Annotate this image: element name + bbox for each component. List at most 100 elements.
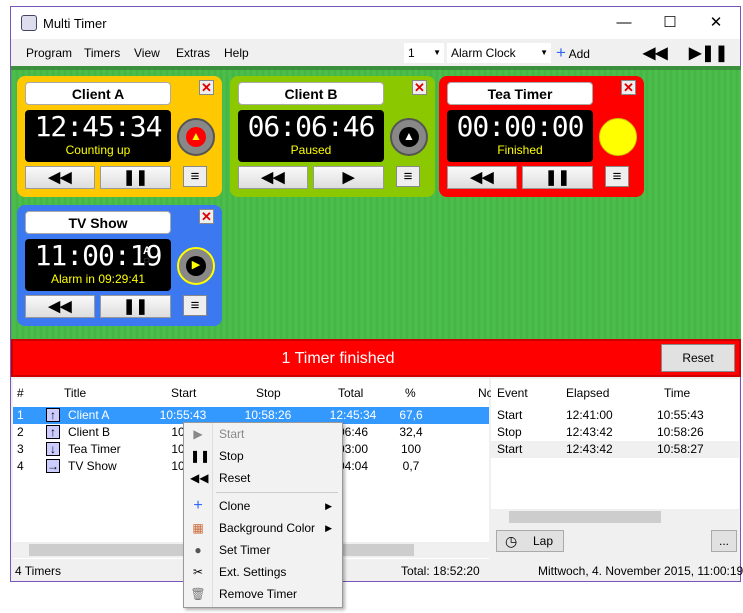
direction-up-icon: ↑ <box>46 408 60 422</box>
play-icon: ▶ <box>193 427 203 441</box>
submenu-arrow-icon: ▶ <box>325 523 332 533</box>
timer-name[interactable]: Client A <box>25 82 171 105</box>
menu-icon[interactable]: ≡ <box>396 166 420 187</box>
chevron-down-icon: ▼ <box>433 48 441 57</box>
menu-extras[interactable]: Extras <box>176 46 210 60</box>
timer-status: Paused <box>290 143 332 157</box>
close-icon[interactable]: ✕ <box>199 80 214 95</box>
plus-icon: + <box>193 497 203 514</box>
scrollbar-thumb[interactable] <box>509 511 661 523</box>
play-pause-all-button[interactable]: ▶❚❚ <box>689 43 728 63</box>
triangle-up-icon: ▲ <box>399 127 419 147</box>
maximize-button[interactable]: ☐ <box>647 11 693 35</box>
menu-item-stop[interactable]: ❚❚ Stop <box>184 445 342 467</box>
count-up-indicator[interactable]: ▲ <box>177 118 215 156</box>
pause-button[interactable]: ❚❚ <box>522 166 593 189</box>
menu-icon[interactable]: ≡ <box>183 295 207 316</box>
reset-button[interactable]: Reset <box>661 344 735 372</box>
menu-icon[interactable]: ≡ <box>183 166 207 187</box>
event-row[interactable]: Stop 12:43:42 10:58:26 <box>491 424 739 441</box>
tools-icon: ✂ <box>192 565 204 579</box>
submenu-arrow-icon: ▶ <box>325 501 332 511</box>
column-header[interactable]: Stop <box>256 379 281 407</box>
event-type: Start <box>497 442 523 456</box>
menu-item-ext-settings[interactable]: ✂ Ext. Settings <box>184 561 342 583</box>
timer-status: Alarm in 09:29:41 <box>50 272 146 286</box>
column-header[interactable]: Total <box>338 379 363 407</box>
pause-button[interactable]: ❚❚ <box>100 166 171 189</box>
events-scrollbar[interactable] <box>491 509 739 525</box>
menu-view[interactable]: View <box>134 46 160 60</box>
status-bar: 4 Timers Total: 18:52:20 Mittwoch, 4. No… <box>11 560 743 582</box>
menu-item-set-timer[interactable]: ● Set Timer <box>184 539 342 561</box>
event-row[interactable]: Start 12:43:42 10:58:27 <box>491 441 739 458</box>
add-label: Add <box>568 47 590 61</box>
event-time: 10:58:26 <box>657 425 704 439</box>
menu-label: Background Color <box>219 521 316 535</box>
event-row[interactable]: Start 12:41:00 10:55:43 <box>491 407 739 424</box>
title-bar: Multi Timer — ☐ ✕ <box>11 7 740 39</box>
timer-name[interactable]: Client B <box>238 82 384 105</box>
preset-select[interactable]: Alarm Clock ▼ <box>447 43 551 63</box>
column-header[interactable]: % <box>405 379 416 407</box>
alarm-indicator[interactable]: ▶ <box>177 247 215 285</box>
close-icon[interactable]: ✕ <box>199 209 214 224</box>
minimize-button[interactable]: — <box>601 11 647 35</box>
timer-card-tea-timer: Tea Timer ✕ 00:00:00 Finished ◀◀ ❚❚ ≡ <box>439 76 644 197</box>
pause-button[interactable]: ❚❚ <box>100 295 171 318</box>
event-elapsed: 12:43:42 <box>566 442 613 456</box>
menu-item-reset[interactable]: ◀◀ Reset <box>184 467 342 489</box>
rewind-all-button[interactable]: ◀◀ <box>643 43 668 63</box>
lap-button[interactable]: ◷ Lap <box>496 530 564 552</box>
menu-icon[interactable]: ≡ <box>605 166 629 187</box>
menu-item-background-color[interactable]: ▦ Background Color ▶ <box>184 517 342 539</box>
rewind-button[interactable]: ◀◀ <box>25 295 95 318</box>
pm-indicator: P <box>143 257 150 268</box>
column-header[interactable]: Elapsed <box>566 379 609 407</box>
finished-indicator[interactable] <box>599 118 637 156</box>
close-button[interactable]: ✕ <box>693 11 739 35</box>
row-number: 4 <box>17 459 24 473</box>
clock-icon: ● <box>194 543 202 557</box>
am-indicator: A <box>143 245 151 257</box>
menu-item-start[interactable]: ▶ Start <box>184 423 342 445</box>
timer-time: 12:45:34 <box>34 110 163 143</box>
trash-icon: 🗑 <box>190 587 206 601</box>
rewind-button[interactable]: ◀◀ <box>238 166 308 189</box>
window-title: Multi Timer <box>43 16 107 31</box>
timer-status: Finished <box>497 143 543 157</box>
menu-help[interactable]: Help <box>224 46 249 60</box>
event-type: Stop <box>497 425 522 439</box>
app-icon <box>21 15 37 31</box>
more-button[interactable]: ... <box>711 530 737 552</box>
table-header: # Title Start Stop Total % No <box>13 379 493 407</box>
column-header[interactable]: Title <box>64 379 86 407</box>
timer-display: 11:00:19 Alarm in 09:29:41 A P <box>25 239 171 291</box>
rewind-button[interactable]: ◀◀ <box>25 166 95 189</box>
menu-item-clone[interactable]: + Clone ▶ <box>184 495 342 517</box>
menu-item-remove-timer[interactable]: 🗑 Remove Timer <box>184 583 342 605</box>
menu-label: Stop <box>219 449 244 463</box>
menu-program[interactable]: Program <box>26 46 72 60</box>
direction-right-icon: → <box>46 459 60 473</box>
menu-label: Set Timer <box>219 543 271 557</box>
column-header[interactable]: Time <box>664 379 690 407</box>
count-up-indicator[interactable]: ▲ <box>390 118 428 156</box>
add-button[interactable]: + Add <box>552 43 602 63</box>
count-select[interactable]: 1 ▼ <box>404 43 444 63</box>
play-button[interactable]: ▶ <box>313 166 384 189</box>
column-header[interactable]: Start <box>171 379 196 407</box>
timer-name[interactable]: TV Show <box>25 211 171 234</box>
timer-name[interactable]: Tea Timer <box>447 82 593 105</box>
timer-card-client-b: Client B ✕ 06:06:46 Paused ◀◀ ▶ ▲ ≡ <box>230 76 435 197</box>
play-icon: ▶ <box>186 256 206 276</box>
event-time: 10:58:27 <box>657 442 704 456</box>
rewind-button[interactable]: ◀◀ <box>447 166 517 189</box>
row-title: Tea Timer <box>68 442 121 456</box>
direction-up-icon: ↑ <box>46 425 60 439</box>
column-header[interactable]: # <box>17 379 24 407</box>
close-icon[interactable]: ✕ <box>412 80 427 95</box>
close-icon[interactable]: ✕ <box>621 80 636 95</box>
menu-timers[interactable]: Timers <box>84 46 120 60</box>
column-header[interactable]: Event <box>497 379 528 407</box>
